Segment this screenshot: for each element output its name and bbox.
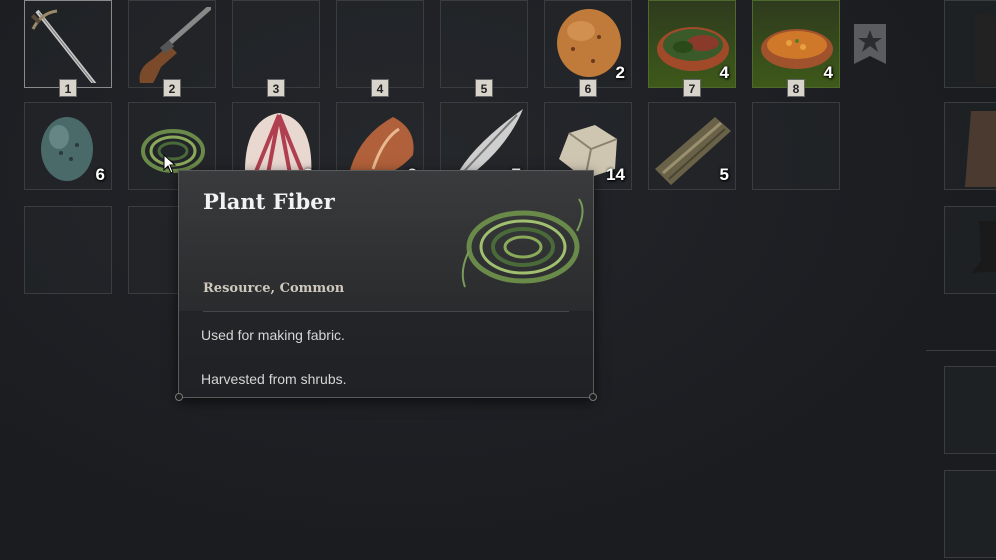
equipment-slot-accessory[interactable] (944, 470, 996, 558)
tunic-icon (965, 111, 996, 187)
plant-fiber-icon (461, 198, 584, 288)
hotbar-slot-3[interactable] (232, 0, 320, 88)
item-count: 5 (719, 165, 729, 184)
sword-icon (31, 9, 97, 83)
tooltip-subtitle: Resource, Common (203, 281, 345, 296)
item-count: 4 (823, 63, 833, 82)
divider (926, 350, 996, 351)
tooltip-title: Plant Fiber (203, 189, 335, 214)
hotbar-slot-1[interactable] (24, 0, 112, 88)
tooltip-corner (589, 393, 597, 401)
equipment-slot-head[interactable] (944, 0, 996, 88)
hotbar-slot-5[interactable] (440, 0, 528, 88)
item-count: 6 (95, 165, 105, 184)
hotkey-badge: 6 (579, 79, 597, 97)
hotbar-slot-6[interactable]: 2 (544, 0, 632, 88)
hotbar-slot-4[interactable] (336, 0, 424, 88)
inventory-slot[interactable] (752, 102, 840, 190)
inventory-slot[interactable]: 6 (24, 102, 112, 190)
tooltip-separator (203, 311, 569, 312)
hotkey-badge: 4 (371, 79, 389, 97)
hotbar-slot-2[interactable] (128, 0, 216, 88)
boots-icon (971, 221, 996, 273)
item-count: 4 (719, 63, 729, 82)
hood-icon (975, 14, 996, 85)
hotkey-badge: 1 (59, 79, 77, 97)
hotkey-badge: 3 (267, 79, 285, 97)
hotkey-badge: 5 (475, 79, 493, 97)
hotbar-slot-8[interactable]: 4 (752, 0, 840, 88)
equipment-slot-legs[interactable] (944, 206, 996, 294)
item-count: 14 (606, 165, 625, 184)
item-tooltip: Plant Fiber Resource, Common Used for ma… (175, 170, 597, 401)
item-count: 2 (615, 63, 625, 82)
equipment-slot-accessory[interactable] (944, 366, 996, 454)
pistol-icon (139, 7, 211, 83)
hotbar-slot-7[interactable]: 4 (648, 0, 736, 88)
hotkey-badge: 7 (683, 79, 701, 97)
tooltip-corner (175, 393, 183, 401)
hotkey-badge: 8 (787, 79, 805, 97)
tooltip-description: Harvested from shrubs. (201, 371, 347, 387)
equipment-slot-body[interactable] (944, 102, 996, 190)
inventory-slot[interactable]: 5 (648, 102, 736, 190)
mouse-cursor-icon (163, 154, 177, 174)
tooltip-description: Used for making fabric. (201, 327, 345, 343)
inventory-slot[interactable] (24, 206, 112, 294)
star-icon[interactable] (852, 24, 888, 64)
hotkey-badge: 2 (163, 79, 181, 97)
